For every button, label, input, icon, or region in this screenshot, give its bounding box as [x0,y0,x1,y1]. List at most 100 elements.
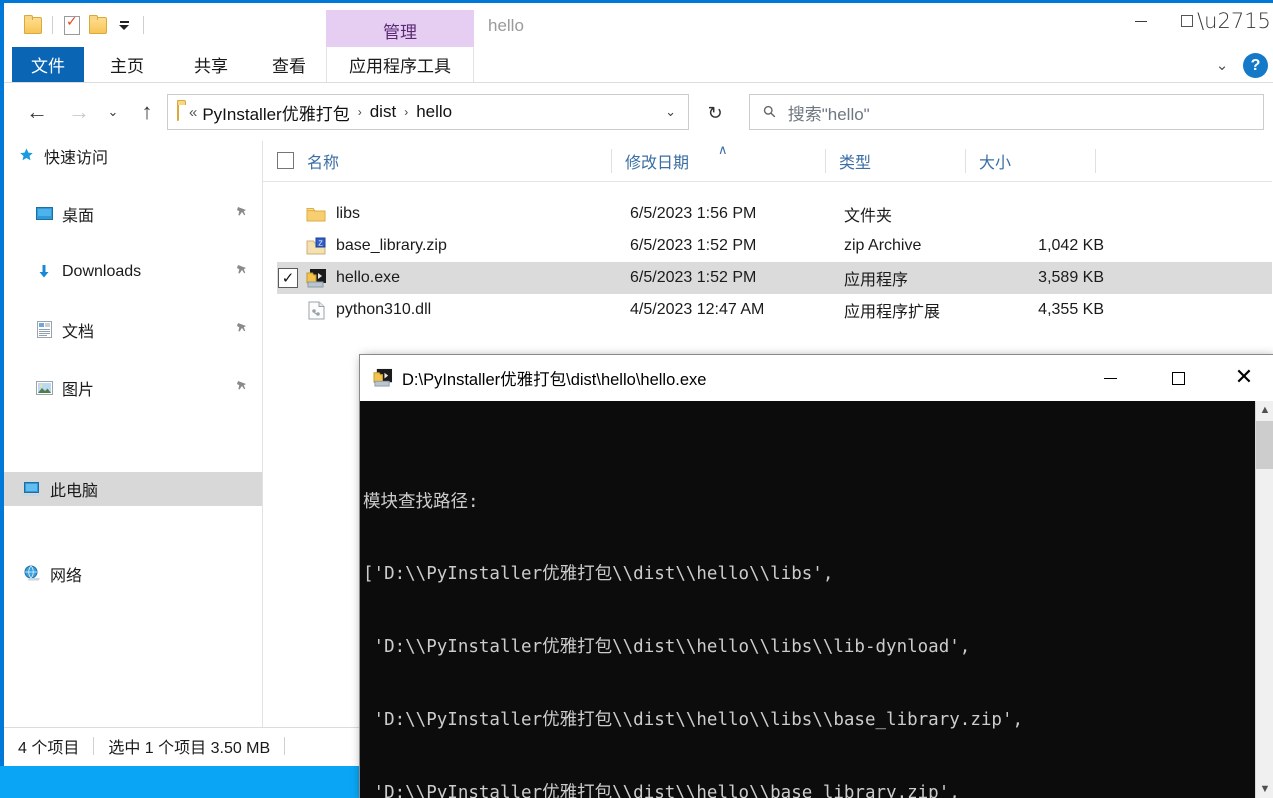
help-button[interactable]: ? [1243,53,1268,78]
scroll-up-arrow-icon[interactable]: ▲ [1256,401,1273,419]
column-header-type[interactable]: 类型 [839,141,965,181]
table-row[interactable]: Z base_library.zip 6/5/2023 1:52 PM zip … [277,230,1272,262]
console-text: 模块查找路径: ['D:\\PyInstaller优雅打包\\dist\\hel… [363,441,1023,798]
qat-properties-icon[interactable] [59,12,85,38]
sidebar-item-documents[interactable]: 文档 [4,315,262,344]
pin-icon-documents[interactable] [235,322,248,338]
column-header-name[interactable]: 名称 [307,141,612,181]
desktop: 管理 hello \u2715 文件 主页 共享 查看 应用程序工具 ⌄ ? ←… [0,0,1273,798]
status-item-count: 4 个项目 [18,740,80,757]
breadcrumb-separator-0[interactable]: › [358,105,362,119]
console-line-0: 模块查找路径: [363,491,479,512]
select-all-checkbox[interactable] [277,152,294,169]
navigation-pane: 快速访问 桌面 Downloads 文档 图片 此电脑 网络 [4,141,263,727]
breadcrumb-item-2[interactable]: hello [416,102,452,122]
column-header-date-modified[interactable]: 修改日期 [625,141,825,181]
column-divider-2[interactable] [825,149,826,173]
minimize-button[interactable] [1118,6,1164,36]
sidebar-label-desktop: 桌面 [62,207,95,225]
scrollbar-thumb[interactable] [1256,421,1273,469]
forward-button[interactable]: → [62,94,96,130]
file-type-hello-exe: 应用程序 [844,272,909,289]
address-dropdown-chevron-down-icon[interactable]: ⌄ [665,104,676,120]
column-header-size[interactable]: 大小 [979,141,1094,181]
refresh-button[interactable]: ↻ [694,94,736,132]
qat-new-folder-icon[interactable] [85,12,111,38]
checked-checkbox[interactable]: ✓ [278,268,298,288]
row-checkbox-hello-exe[interactable]: ✓ [277,267,299,289]
breadcrumb-separator-1[interactable]: › [404,105,408,119]
column-divider-3[interactable] [965,149,966,173]
qat-customize-caret-icon[interactable] [111,12,137,38]
desktop-icon [34,205,54,223]
console-maximize-button[interactable] [1155,355,1201,401]
breadcrumb-overflow-icon[interactable]: « [189,104,197,121]
file-size-base-library: 1,042 KB [1038,237,1104,254]
tab-file[interactable]: 文件 [12,47,84,82]
explorer-title-bar: 管理 hello \u2715 [4,3,1273,50]
console-scrollbar[interactable]: ▲ ▼ [1255,401,1273,798]
sidebar-item-pictures[interactable]: 图片 [4,373,262,402]
ribbon-expand-chevron-down-icon[interactable]: ⌄ [1208,52,1236,78]
column-divider-4[interactable] [1095,149,1096,173]
search-icon: ⚲ [760,102,781,123]
up-button[interactable]: ↑ [132,94,162,130]
ribbon-tab-row: 文件 主页 共享 查看 应用程序工具 [4,47,1273,83]
sidebar-item-this-pc[interactable]: 此电脑 [4,472,262,506]
table-row[interactable]: ✓ hello.exe 6/5/2023 1:52 PM 应用程序 3,589 … [277,262,1272,294]
tab-home[interactable]: 主页 [96,47,158,82]
file-name-base-library: base_library.zip [336,237,447,254]
file-date-hello-exe: 6/5/2023 1:52 PM [630,269,757,286]
breadcrumb-item-0[interactable]: PyInstaller优雅打包 [202,100,349,125]
row-checkbox-python310-dll[interactable] [277,299,299,321]
console-line-1: ['D:\\PyInstaller优雅打包\\dist\\hello\\libs… [363,564,834,585]
console-close-button[interactable]: ✕ [1221,355,1267,401]
console-minimize-button[interactable] [1087,355,1133,401]
row-checkbox-libs[interactable] [277,203,299,225]
sidebar-label-quick-access: 快速访问 [44,149,109,167]
console-line-4: 'D:\\PyInstaller优雅打包\\dist\\hello\\base_… [363,783,960,798]
pin-icon-desktop[interactable] [235,206,248,222]
file-date-libs: 6/5/2023 1:56 PM [630,205,757,222]
search-box[interactable]: ⚲ 搜索"hello" [749,94,1264,130]
pin-icon-pictures[interactable] [235,380,248,396]
recent-locations-chevron-down-icon[interactable]: ⌄ [100,94,126,130]
explorer-window-title: hello [488,16,524,35]
console-line-3: 'D:\\PyInstaller优雅打包\\dist\\hello\\libs\… [363,710,1024,731]
console-window: D:\PyInstaller优雅打包\dist\hello\hello.exe … [360,355,1273,798]
column-divider-1[interactable] [611,149,612,173]
breadcrumb-item-1[interactable]: dist [370,102,396,122]
tab-application-tools[interactable]: 应用程序工具 [326,47,474,82]
this-pc-icon [22,480,42,498]
sidebar-item-network[interactable]: 网络 [4,559,262,588]
row-checkbox-base-library[interactable] [277,235,299,257]
console-title-bar[interactable]: D:\PyInstaller优雅打包\dist\hello\hello.exe … [360,355,1273,401]
file-size-hello-exe: 3,589 KB [1038,269,1104,286]
back-button[interactable]: ← [20,94,54,130]
sidebar-item-desktop[interactable]: 桌面 [4,199,262,228]
pictures-icon [34,379,54,397]
table-row[interactable]: libs 6/5/2023 1:56 PM 文件夹 [277,198,1272,230]
documents-icon [34,321,54,339]
dll-icon [305,299,327,321]
console-line-2: 'D:\\PyInstaller优雅打包\\dist\\hello\\libs\… [363,637,971,658]
qat-divider [52,16,53,34]
pin-icon-downloads[interactable] [235,264,248,280]
tab-share[interactable]: 共享 [180,47,242,82]
sidebar-label-documents: 文档 [62,323,95,341]
address-folder-icon [177,102,179,121]
file-type-python310-dll: 应用程序扩展 [844,304,941,321]
qat-folder-icon[interactable] [20,12,46,38]
tab-view[interactable]: 查看 [258,47,320,82]
file-size-python310-dll: 4,355 KB [1038,301,1104,318]
sidebar-label-downloads: Downloads [62,262,142,280]
sidebar-item-downloads[interactable]: Downloads [4,257,262,286]
table-row[interactable]: python310.dll 4/5/2023 12:47 AM 应用程序扩展 4… [277,294,1272,326]
file-date-python310-dll: 4/5/2023 12:47 AM [630,301,765,318]
scroll-down-arrow-icon[interactable]: ▼ [1256,780,1273,798]
console-output-area[interactable]: 模块查找路径: ['D:\\PyInstaller优雅打包\\dist\\hel… [360,401,1255,798]
close-button[interactable]: \u2715 [1197,6,1271,36]
sidebar-item-quick-access[interactable]: 快速访问 [4,141,262,170]
file-date-base-library: 6/5/2023 1:52 PM [630,237,757,254]
address-bar[interactable]: « PyInstaller优雅打包 › dist › hello ⌄ [167,94,689,130]
